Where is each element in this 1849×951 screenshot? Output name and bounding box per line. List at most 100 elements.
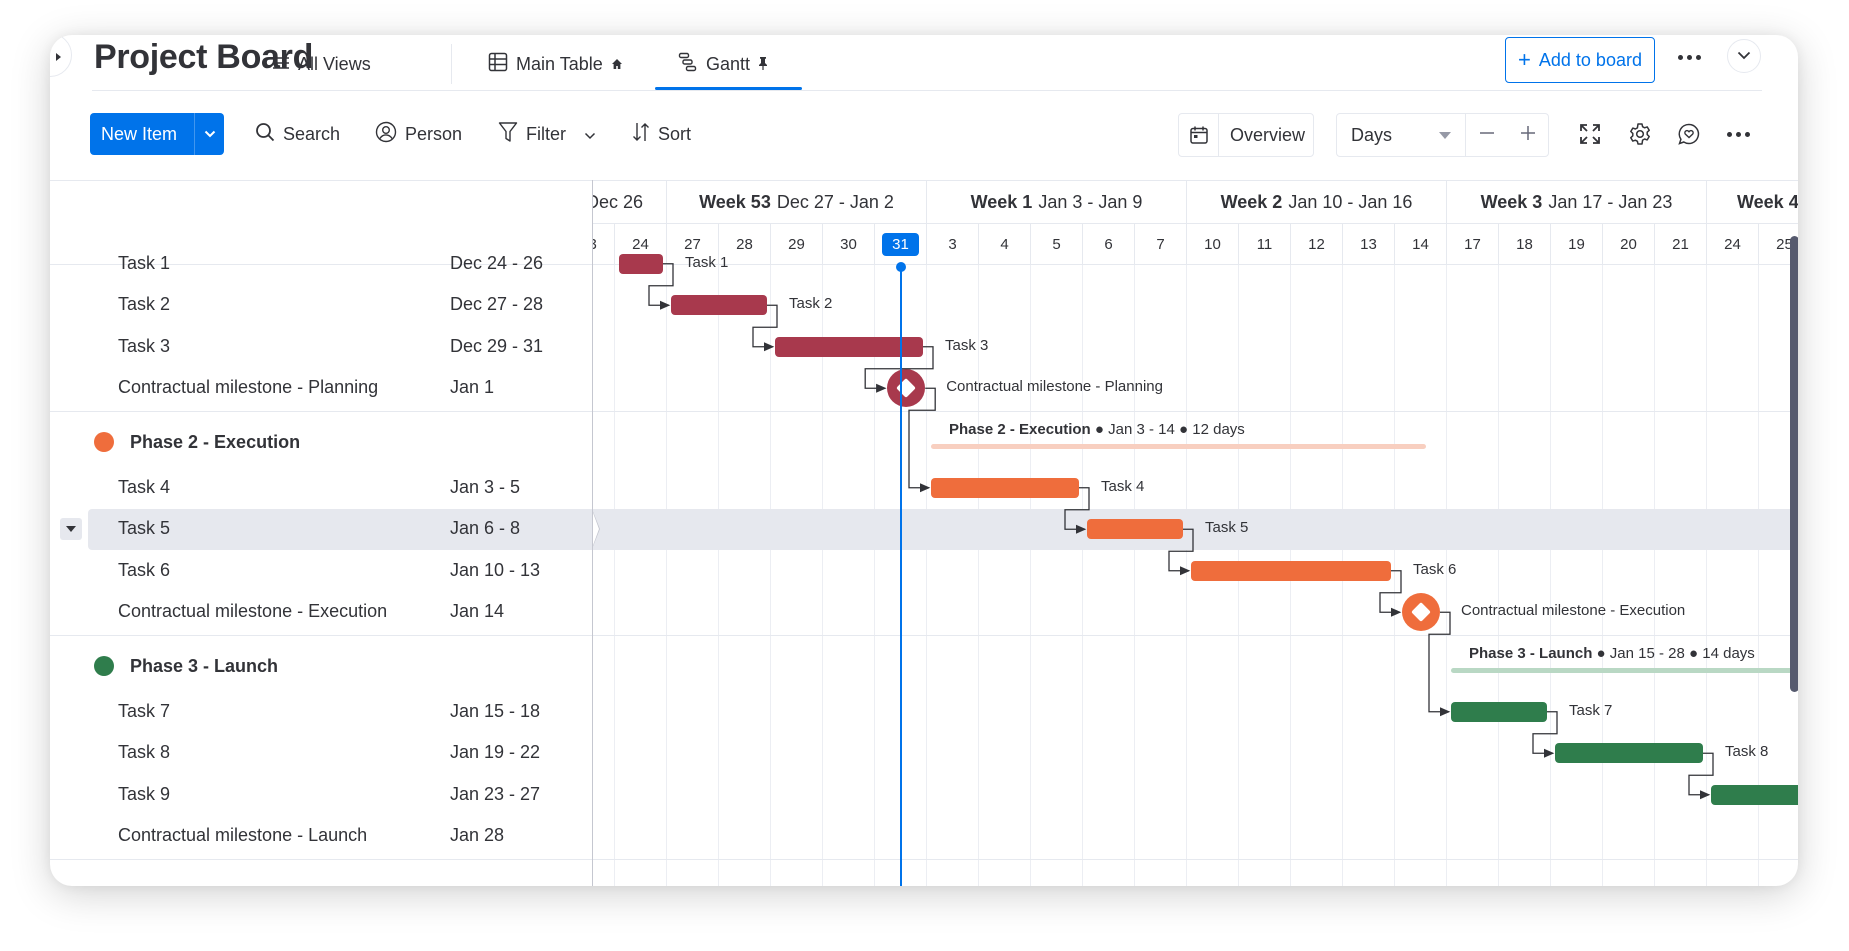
- grid-line: [770, 265, 771, 886]
- milestone-label: Contractual milestone - Planning: [946, 378, 1163, 396]
- overview-label: Overview: [1230, 124, 1306, 145]
- week-header: Week 1 Jan 3 - Jan 9: [927, 180, 1187, 223]
- toolbar-more-button[interactable]: [1727, 132, 1750, 137]
- day-header[interactable]: 14: [1395, 223, 1447, 265]
- tab-main-table[interactable]: Main Table: [488, 48, 623, 80]
- list-item[interactable]: Task 2 Dec 27 - 28: [50, 285, 592, 327]
- vertical-scrollbar[interactable]: [1790, 236, 1798, 692]
- week-header: Week 3 Jan 17 - Jan 23: [1447, 180, 1707, 223]
- day-header[interactable]: 19: [1551, 223, 1603, 265]
- task-bar[interactable]: [1555, 743, 1703, 764]
- group-header[interactable]: Phase 2 - Execution: [94, 427, 300, 457]
- search-button[interactable]: Search: [255, 113, 340, 155]
- day-header[interactable]: 21: [1655, 223, 1707, 265]
- day-label: 18: [1516, 235, 1533, 253]
- grid-line: [1654, 265, 1655, 886]
- board-more-button[interactable]: [1678, 55, 1701, 60]
- item-dates: Jan 28: [450, 825, 505, 846]
- week-range: Jan 10 - Jan 16: [1288, 191, 1413, 212]
- day-header[interactable]: 13: [1343, 223, 1395, 265]
- list-item[interactable]: Task 3 Dec 29 - 31: [50, 326, 592, 368]
- list-item[interactable]: Task 6 Jan 10 - 13: [50, 550, 592, 592]
- grid-line: [1030, 265, 1031, 886]
- list-item[interactable]: Contractual milestone - Planning Jan 1: [50, 368, 592, 410]
- person-filter-button[interactable]: Person: [375, 113, 462, 155]
- group-header[interactable]: Phase 3 - Launch: [94, 651, 278, 681]
- collapse-header-button[interactable]: [1727, 39, 1761, 73]
- day-header[interactable]: 30: [823, 223, 875, 265]
- task-bar[interactable]: [619, 253, 663, 274]
- list-item[interactable]: Contractual milestone - Launch Jan 28: [50, 816, 592, 858]
- group-title: Phase 3 - Launch: [130, 655, 279, 676]
- milestone-marker[interactable]: [1402, 593, 1440, 632]
- task-bar[interactable]: [931, 477, 1079, 498]
- sort-button[interactable]: Sort: [632, 113, 691, 155]
- pin-icon: [758, 54, 768, 75]
- day-label: 10: [1204, 235, 1221, 253]
- day-header[interactable]: 4: [979, 223, 1031, 265]
- dot: [1696, 55, 1701, 60]
- group-summary-name: Phase 2 - Execution: [949, 421, 1091, 438]
- new-item-dropdown[interactable]: [194, 113, 224, 155]
- milestone-marker[interactable]: [887, 369, 926, 408]
- task-bar[interactable]: [671, 295, 767, 316]
- list-item[interactable]: Contractual milestone - Execution Jan 14: [50, 592, 592, 634]
- day-header[interactable]: 18: [1499, 223, 1551, 265]
- add-to-board-button[interactable]: + Add to board: [1505, 37, 1655, 83]
- week-header: Week 2 Jan 10 - Jan 16: [1187, 180, 1447, 223]
- filter-dropdown-icon[interactable]: [584, 124, 596, 145]
- day-header[interactable]: 23: [593, 223, 615, 265]
- time-scale-value: Days: [1351, 124, 1393, 145]
- task-bar-label: Task 8: [1725, 743, 1769, 761]
- week-header: Dec 26: [593, 180, 667, 223]
- tab-gantt[interactable]: Gantt: [678, 48, 768, 80]
- day-header[interactable]: 5: [1031, 223, 1083, 265]
- task-bar[interactable]: [1711, 784, 1798, 805]
- all-views-button[interactable]: All Views: [272, 48, 371, 80]
- task-bar[interactable]: [1087, 519, 1183, 540]
- day-header[interactable]: 17: [1447, 223, 1499, 265]
- task-bar-label: Task 2: [789, 295, 833, 313]
- item-dates: Jan 6 - 8: [450, 518, 521, 539]
- zoom-out-button[interactable]: [1466, 125, 1508, 146]
- list-item[interactable]: Task 1 Dec 24 - 26: [50, 243, 592, 285]
- list-item[interactable]: Task 5 Jan 6 - 8: [50, 509, 592, 551]
- zoom-in-button[interactable]: [1508, 125, 1548, 146]
- list-chart-divider[interactable]: [592, 180, 593, 886]
- day-header[interactable]: 20: [1603, 223, 1655, 265]
- list-item[interactable]: Task 7 Jan 15 - 18: [50, 691, 592, 733]
- new-item-button[interactable]: New Item: [90, 113, 224, 155]
- list-item[interactable]: Task 9 Jan 23 - 27: [50, 774, 592, 816]
- chevron-down-icon: [1737, 47, 1751, 65]
- grid-line: [1082, 265, 1083, 886]
- day-header[interactable]: 24: [1707, 223, 1759, 265]
- task-bar[interactable]: [1191, 560, 1391, 581]
- tab-label: Gantt: [706, 53, 751, 74]
- fullscreen-button[interactable]: [1579, 123, 1601, 150]
- day-label: 12: [1308, 235, 1325, 253]
- grid-line: [1394, 265, 1395, 886]
- list-item[interactable]: Task 8 Jan 19 - 22: [50, 733, 592, 775]
- filter-button[interactable]: Filter: [498, 113, 596, 155]
- day-header[interactable]: 10: [1187, 223, 1239, 265]
- day-header[interactable]: 3: [927, 223, 979, 265]
- group-color-dot: [94, 432, 114, 452]
- day-header[interactable]: 7: [1135, 223, 1187, 265]
- list-item[interactable]: Task 4 Jan 3 - 5: [50, 467, 592, 509]
- time-scale-select[interactable]: Days: [1337, 114, 1466, 156]
- day-header[interactable]: 12: [1291, 223, 1343, 265]
- day-header[interactable]: 29: [771, 223, 823, 265]
- overview-button[interactable]: Overview: [1178, 113, 1314, 157]
- item-name: Task 1: [118, 252, 171, 273]
- settings-button[interactable]: [1628, 122, 1652, 151]
- day-header[interactable]: 31: [875, 223, 927, 265]
- day-header[interactable]: 6: [1083, 223, 1135, 265]
- day-header[interactable]: 11: [1239, 223, 1291, 265]
- feedback-button[interactable]: [1677, 122, 1701, 151]
- item-name: Task 4: [118, 476, 171, 497]
- group-color-dot: [94, 656, 114, 676]
- today-line-dot: [896, 262, 906, 272]
- task-bar[interactable]: [1451, 701, 1547, 722]
- sidebar-toggle-button[interactable]: [50, 35, 72, 77]
- dot: [1727, 132, 1732, 137]
